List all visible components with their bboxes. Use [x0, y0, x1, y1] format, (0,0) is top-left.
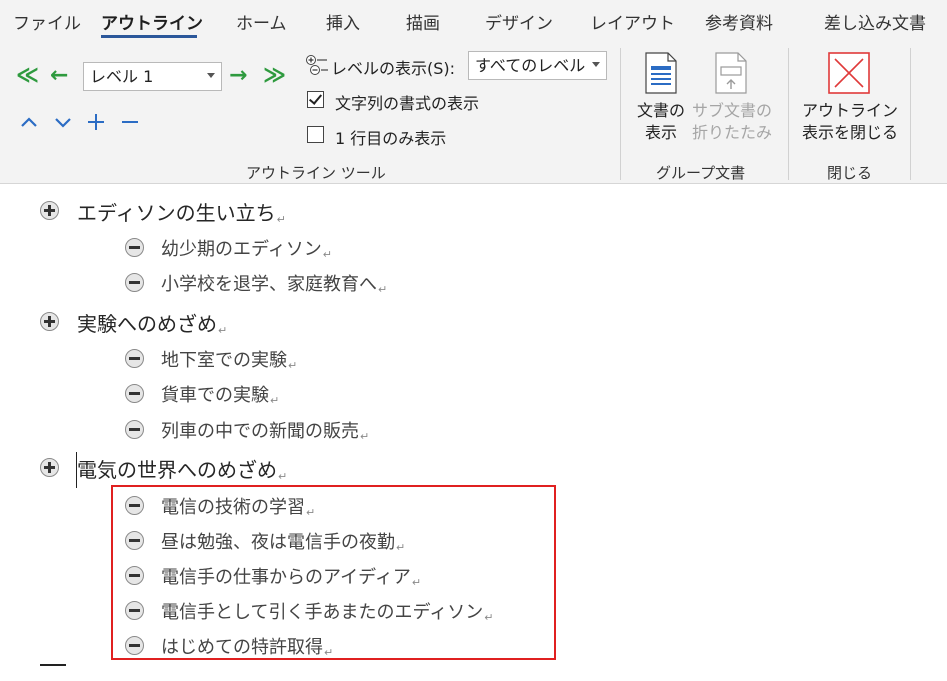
subdocument-icon — [715, 52, 747, 94]
paragraph-mark-icon: ↵ — [322, 248, 332, 261]
show-document-label-line2: 表示 — [644, 123, 677, 142]
paragraph-mark-icon: ↵ — [378, 283, 388, 296]
show-document-button[interactable]: 文書の 表示 — [633, 48, 689, 152]
promote-to-heading1-icon[interactable]: ≪ — [16, 65, 39, 87]
expand-symbol-icon[interactable] — [40, 458, 59, 477]
master-document-group-label: グループ文書 — [656, 164, 746, 182]
tab-insert[interactable]: 挿入 — [326, 9, 360, 34]
first-line-only-label: 1 行目のみ表示 — [335, 129, 447, 148]
tab-mailings[interactable]: 差し込み文書 — [824, 9, 926, 34]
close-group-label: 閉じる — [827, 164, 873, 182]
expand-symbol-icon[interactable] — [40, 312, 59, 331]
tab-layout[interactable]: レイアウト — [590, 9, 675, 34]
group-divider — [620, 48, 621, 180]
group-divider — [788, 48, 789, 180]
collapse-symbol-icon[interactable] — [125, 384, 144, 403]
show-level-value: すべてのレベル — [475, 56, 586, 75]
collapse-subdocs-label-line1: サブ文書の — [691, 101, 772, 120]
checkmark-icon — [308, 91, 323, 105]
collapse-symbol-icon[interactable] — [125, 420, 144, 439]
paragraph-mark-icon: ↵ — [270, 394, 280, 407]
active-tab-indicator — [101, 35, 197, 38]
tab-draw[interactable]: 描画 — [406, 9, 440, 34]
tab-design[interactable]: デザイン — [485, 9, 553, 34]
highlight-box — [111, 485, 556, 660]
close-outline-label-line2: 表示を閉じる — [801, 123, 898, 142]
show-level-label: レベルの表示(S): — [331, 59, 456, 78]
expand-symbol-icon[interactable] — [40, 201, 59, 220]
collapse-symbol-icon[interactable] — [125, 273, 144, 292]
paragraph-mark-icon: ↵ — [288, 359, 298, 372]
move-down-icon[interactable] — [54, 115, 72, 129]
collapse-symbol-icon[interactable] — [125, 349, 144, 368]
chevron-down-icon — [207, 73, 215, 78]
tab-outline[interactable]: アウトライン — [101, 9, 203, 34]
close-icon — [828, 52, 870, 94]
tab-home[interactable]: ホーム — [236, 9, 287, 34]
tab-file[interactable]: ファイル — [13, 9, 81, 34]
outline-heading-1[interactable]: 電気の世界へのめざめ↵ — [77, 454, 287, 483]
paragraph-mark-icon: ↵ — [276, 213, 286, 226]
move-up-icon[interactable] — [20, 115, 38, 129]
close-outline-view-button[interactable]: アウトライン 表示を閉じる — [800, 48, 900, 152]
first-line-only-checkbox[interactable] — [307, 126, 324, 143]
collapse-symbol-icon[interactable] — [125, 238, 144, 257]
paragraph-mark-icon: ↵ — [218, 324, 228, 337]
group-divider — [910, 48, 911, 180]
outline-level-combo[interactable]: レベル 1 — [83, 62, 222, 91]
show-formatting-checkbox[interactable] — [307, 91, 324, 108]
tab-references[interactable]: 参考資料 — [705, 9, 773, 34]
show-document-label-line1: 文書の — [636, 101, 685, 120]
promote-icon[interactable]: ← — [50, 65, 68, 87]
collapse-subdocs-label-line2: 折りたたみ — [691, 123, 772, 142]
outline-heading-2[interactable]: 小学校を退学、家庭教育へ↵ — [161, 270, 387, 296]
outline-heading-2[interactable]: 地下室での実験↵ — [161, 346, 297, 372]
chevron-down-icon — [592, 62, 600, 67]
demote-icon[interactable]: → — [229, 65, 247, 87]
outline-heading-2[interactable]: 貨車での実験↵ — [161, 381, 279, 407]
outline-heading-2[interactable]: 幼少期のエディソン↵ — [161, 235, 332, 261]
show-formatting-label: 文字列の書式の表示 — [335, 94, 480, 113]
show-level-icon — [306, 55, 328, 75]
collapse-subdocuments-button: サブ文書の 折りたたみ — [692, 48, 772, 152]
ribbon-tab-bar: ファイル アウトライン ホーム 挿入 描画 デザイン レイアウト 参考資料 差し… — [0, 0, 947, 42]
outline-level-value: レベル 1 — [90, 67, 154, 86]
outline-heading-2[interactable]: 列車の中での新聞の販売↵ — [161, 417, 369, 443]
document-icon — [645, 52, 677, 94]
ribbon: ≪ ← レベル 1 → ≫ レベルの表示(S): すべてのレベル 文字列の書式の… — [0, 42, 947, 184]
outline-tools-group-label: アウトライン ツール — [246, 164, 386, 182]
paragraph-mark-icon: ↵ — [278, 470, 288, 483]
demote-to-body-icon[interactable]: ≫ — [263, 65, 286, 87]
outline-heading-1[interactable]: 実験へのめざめ↵ — [77, 308, 227, 337]
outline-heading-1[interactable]: エディソンの生い立ち↵ — [77, 197, 286, 226]
expand-icon[interactable] — [87, 113, 105, 131]
close-outline-label-line1: アウトライン — [801, 101, 898, 120]
collapse-icon[interactable] — [121, 113, 139, 131]
paragraph-mark-icon: ↵ — [360, 430, 370, 443]
end-of-document-mark — [40, 664, 66, 666]
show-level-combo[interactable]: すべてのレベル — [468, 51, 607, 80]
